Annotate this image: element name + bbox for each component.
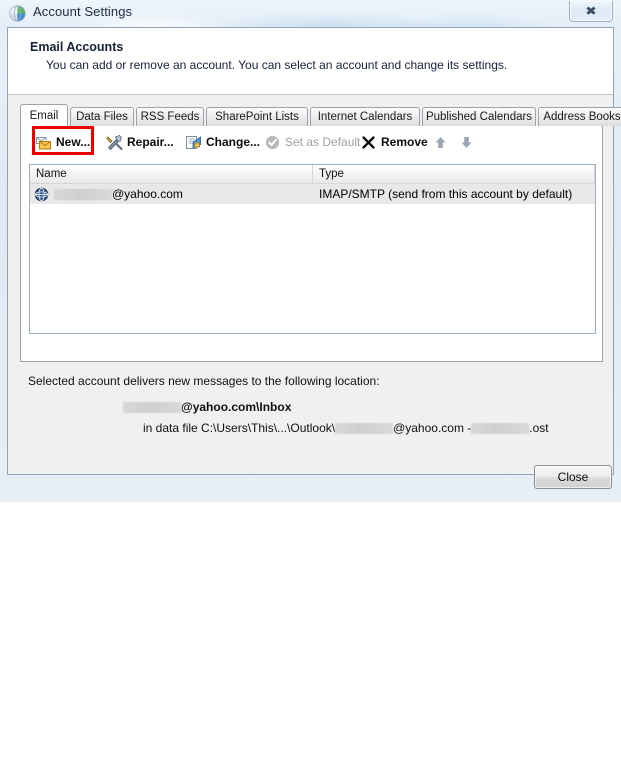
set-as-default-label: Set as Default xyxy=(285,135,361,149)
account-name-cell: @yahoo.com xyxy=(30,184,317,204)
account-type-cell: IMAP/SMTP (send from this account by def… xyxy=(319,187,573,201)
delivery-name-redacted xyxy=(123,401,181,413)
title-bar: Account Settings ✖ xyxy=(0,0,621,28)
change-account-button[interactable]: Change... xyxy=(185,131,260,153)
tab-rss-feeds[interactable]: RSS Feeds xyxy=(136,107,204,126)
tab-sharepoint-lists[interactable]: SharePoint Lists xyxy=(206,107,308,126)
move-up-button[interactable] xyxy=(432,131,449,153)
delivery-location: @yahoo.com\Inbox xyxy=(123,400,291,414)
window-close-button[interactable]: ✖ xyxy=(569,1,613,22)
change-account-label: Change... xyxy=(206,135,261,149)
delivery-datafile: in data file C:\Users\This\...\Outlook\ … xyxy=(143,421,549,435)
tab-published-calendars[interactable]: Published Calendars xyxy=(422,107,536,126)
datafile-tail-redacted xyxy=(471,422,530,434)
remove-x-icon xyxy=(360,134,377,151)
close-button[interactable]: Close xyxy=(534,465,612,489)
window-title: Account Settings xyxy=(33,4,133,19)
tab-email[interactable]: Email xyxy=(20,104,68,127)
tab-label: SharePoint Lists xyxy=(215,111,299,123)
page-title: Email Accounts xyxy=(30,40,124,54)
imap-account-globe-icon xyxy=(34,187,49,202)
delivery-caption: Selected account delivers new messages t… xyxy=(28,374,380,388)
tab-address-books[interactable]: Address Books xyxy=(538,107,621,126)
accounts-list-rows: @yahoo.com IMAP/SMTP (send from this acc… xyxy=(30,184,595,204)
arrow-up-icon xyxy=(432,134,449,151)
tab-label: Email xyxy=(29,110,59,122)
tab-data-files[interactable]: Data Files xyxy=(70,107,134,126)
check-circle-icon xyxy=(264,134,281,151)
account-toolbar: New... Repair... Change... Set as Defaul… xyxy=(20,126,603,158)
datafile-name-redacted xyxy=(335,422,394,434)
tab-strip: Email Data Files RSS Feeds SharePoint Lists… xyxy=(20,104,621,127)
column-header-type[interactable]: Type xyxy=(313,165,595,183)
dialog-body: Email Accounts You can add or remove an … xyxy=(7,27,621,475)
move-down-button[interactable] xyxy=(458,131,475,153)
tab-label: RSS Feeds xyxy=(140,111,200,123)
account-settings-window: Account Settings ✖ Email Accounts You ca… xyxy=(0,0,621,502)
datafile-middle: @yahoo.com - xyxy=(393,421,472,435)
outlook-account-settings-icon xyxy=(9,5,26,22)
change-settings-icon xyxy=(185,134,202,151)
tab-label: Address Books xyxy=(543,111,621,123)
account-name-redacted xyxy=(54,188,112,200)
close-icon: ✖ xyxy=(585,4,597,18)
accounts-list[interactable]: Name Type @yahoo.com IMAP/SMTP (send fro… xyxy=(29,164,596,334)
repair-tools-icon xyxy=(106,134,123,151)
new-button-highlight-box xyxy=(32,126,94,155)
close-button-label: Close xyxy=(557,470,589,484)
remove-account-label: Remove xyxy=(381,135,428,149)
delivery-location-info: Selected account delivers new messages t… xyxy=(20,362,603,444)
accounts-list-header: Name Type xyxy=(30,165,595,184)
datafile-suffix: .ost xyxy=(529,421,549,435)
repair-account-button[interactable]: Repair... xyxy=(106,131,174,153)
header-panel: Email Accounts You can add or remove an … xyxy=(8,28,613,95)
tab-internet-calendars[interactable]: Internet Calendars xyxy=(310,107,420,126)
delivery-location-suffix: @yahoo.com\Inbox xyxy=(181,400,292,414)
remove-account-button[interactable]: Remove xyxy=(360,131,428,153)
repair-account-label: Repair... xyxy=(127,135,174,149)
set-as-default-button: Set as Default xyxy=(264,131,360,153)
page-description: You can add or remove an account. You ca… xyxy=(46,58,508,72)
tab-label: Data Files xyxy=(76,111,128,123)
tab-label: Published Calendars xyxy=(425,111,533,123)
account-name-suffix: @yahoo.com xyxy=(112,187,183,201)
accounts-content-pane: Name Type @yahoo.com IMAP/SMTP (send fro… xyxy=(20,158,603,362)
table-row[interactable]: @yahoo.com IMAP/SMTP (send from this acc… xyxy=(30,184,595,204)
tab-label: Internet Calendars xyxy=(317,111,413,123)
datafile-prefix: in data file C:\Users\This\...\Outlook\ xyxy=(143,421,336,435)
column-header-name[interactable]: Name xyxy=(30,165,313,183)
arrow-down-icon xyxy=(458,134,475,151)
